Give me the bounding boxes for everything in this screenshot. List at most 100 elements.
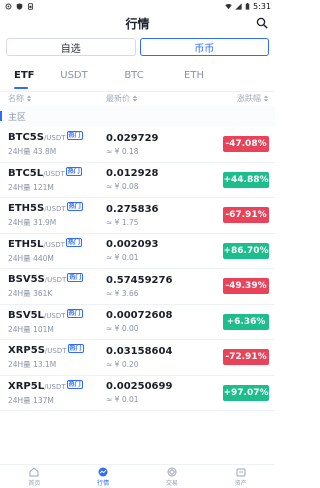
column-headers: 名称 最新价 涨跌幅 bbox=[0, 91, 275, 105]
change-badge: +86.70% bbox=[223, 242, 269, 259]
pair-base: BTC5S bbox=[8, 132, 44, 144]
tab-etf[interactable]: ETF bbox=[14, 70, 44, 89]
pair-quote: /USDT bbox=[44, 276, 67, 285]
sort-by-price[interactable]: 最新价 bbox=[106, 93, 222, 104]
nav-assets[interactable]: 资产 bbox=[206, 465, 275, 488]
last-price: 0.57459276 bbox=[106, 274, 173, 286]
settings-status-icon bbox=[5, 3, 12, 9]
last-price: 0.002093 bbox=[106, 239, 159, 251]
status-right: 5:31 bbox=[225, 2, 271, 11]
pair-quote: /USDT bbox=[43, 240, 65, 249]
nav-market[interactable]: 行情 bbox=[69, 465, 138, 488]
volume-24h: 24H量 121M bbox=[8, 182, 54, 192]
change-badge: -49.39% bbox=[223, 278, 269, 295]
hot-tag: 热门 bbox=[66, 308, 83, 318]
market-list: BTC5S/USDT 热门 24H量 43.8M 0.029729 ≈ ¥ 0.18 … bbox=[0, 127, 275, 411]
volume-24h: 24H量 137M bbox=[8, 395, 54, 405]
page-header: 行情 bbox=[0, 12, 275, 34]
status-bar: 5:31 bbox=[0, 0, 275, 12]
cny-price: ≈ ¥ 0.18 bbox=[106, 146, 139, 156]
market-row[interactable]: ETH5S/USDT 热门 24H量 31.9M 0.275836 ≈ ¥ 1.75 … bbox=[0, 198, 275, 234]
segment-spot[interactable]: 币币 bbox=[139, 38, 269, 56]
cny-price: ≈ ¥ 0.01 bbox=[106, 253, 139, 263]
market-row[interactable]: BTC5L/USDT 热门 24H量 121M 0.012928 ≈ ¥ 0.08 +… bbox=[0, 163, 275, 198]
trade-icon bbox=[167, 467, 177, 476]
last-price: 0.00250699 bbox=[106, 381, 173, 393]
pair-quote: /USDT bbox=[43, 311, 66, 320]
market-row[interactable]: XRP5S/USDT 热门 24H量 13.1M 0.03158604 ≈ ¥ 0.2… bbox=[0, 340, 275, 376]
hot-tag: 热门 bbox=[65, 166, 82, 176]
change-badge: -47.08% bbox=[223, 136, 269, 153]
last-price: 0.029729 bbox=[106, 132, 159, 144]
change-badge: +44.88% bbox=[223, 171, 269, 188]
search-icon[interactable] bbox=[256, 17, 268, 29]
wifi-icon bbox=[225, 3, 232, 9]
last-price: 0.275836 bbox=[106, 203, 159, 215]
last-price: 0.00072608 bbox=[106, 310, 173, 322]
volume-24h: 24H量 43.8M bbox=[8, 147, 57, 157]
change-badge: +6.36% bbox=[223, 313, 269, 330]
pair-quote: /USDT bbox=[44, 205, 66, 214]
last-price: 0.03158604 bbox=[106, 345, 173, 357]
nav-label: 资产 bbox=[234, 479, 247, 487]
sort-arrows-icon bbox=[132, 95, 138, 102]
pair-base: XRP5S bbox=[8, 345, 45, 357]
sort-arrows-icon bbox=[263, 95, 269, 102]
hot-tag: 热门 bbox=[67, 344, 84, 354]
cny-price: ≈ ¥ 0.20 bbox=[106, 359, 139, 369]
status-time: 5:31 bbox=[253, 1, 271, 11]
hot-tag: 热门 bbox=[65, 237, 82, 247]
volume-24h: 24H量 440M bbox=[8, 253, 54, 263]
sim-status-icon bbox=[27, 2, 34, 10]
column-name-label: 名称 bbox=[8, 94, 24, 103]
pair-quote: /USDT bbox=[43, 169, 65, 178]
volume-24h: 24H量 13.1M bbox=[8, 360, 57, 370]
pair-base: BSV5S bbox=[8, 274, 45, 286]
nav-label: 交易 bbox=[165, 479, 178, 487]
pair-base: ETH5L bbox=[8, 238, 44, 250]
change-badge: -67.91% bbox=[223, 207, 269, 224]
section-label: 主区 bbox=[8, 112, 27, 123]
column-price-label: 最新价 bbox=[106, 94, 130, 103]
nav-home[interactable]: 首页 bbox=[0, 465, 69, 488]
market-row[interactable]: XRP5L/USDT 热门 24H量 137M 0.00250699 ≈ ¥ 0.01… bbox=[0, 376, 275, 411]
sort-by-change[interactable]: 涨跌幅 bbox=[222, 93, 269, 104]
cny-price: ≈ ¥ 3.66 bbox=[106, 288, 139, 298]
quote-tabs: ETF USDT BTC ETH bbox=[0, 70, 275, 89]
market-segment-control: 自选 币币 bbox=[6, 38, 269, 56]
sort-by-name[interactable]: 名称 bbox=[8, 93, 106, 104]
cny-price: ≈ ¥ 0.01 bbox=[106, 395, 139, 405]
pair-base: BSV5L bbox=[8, 309, 44, 321]
market-row[interactable]: BSV5S/USDT 热门 24H量 361K 0.57459276 ≈ ¥ 3.66… bbox=[0, 269, 275, 305]
tab-eth[interactable]: ETH bbox=[164, 70, 224, 86]
home-icon bbox=[29, 466, 39, 476]
nav-label: 首页 bbox=[28, 479, 41, 487]
bottom-nav: 首页 行情 交易 资产 bbox=[0, 464, 275, 488]
hot-tag: 热门 bbox=[66, 131, 83, 141]
volume-24h: 24H量 101M bbox=[8, 324, 54, 334]
nav-trade[interactable]: 交易 bbox=[138, 465, 207, 488]
section-main-zone: 主区 bbox=[0, 105, 275, 127]
market-row[interactable]: ETH5L/USDT 热门 24H量 440M 0.002093 ≈ ¥ 0.01 +… bbox=[0, 234, 275, 269]
volume-24h: 24H量 361K bbox=[8, 289, 53, 299]
market-icon bbox=[98, 467, 108, 476]
nav-label: 行情 bbox=[97, 479, 110, 487]
page-title: 行情 bbox=[125, 16, 150, 31]
pair-quote: /USDT bbox=[44, 347, 67, 356]
market-row[interactable]: BTC5S/USDT 热门 24H量 43.8M 0.029729 ≈ ¥ 0.18 … bbox=[0, 127, 275, 163]
change-badge: -72.91% bbox=[223, 349, 269, 366]
tab-usdt[interactable]: USDT bbox=[44, 70, 104, 86]
volume-24h: 24H量 31.9M bbox=[8, 218, 57, 228]
change-badge: +97.07% bbox=[223, 384, 269, 401]
tab-btc[interactable]: BTC bbox=[104, 70, 164, 86]
pair-base: ETH5S bbox=[8, 203, 45, 215]
status-left bbox=[5, 2, 34, 10]
market-row[interactable]: BSV5L/USDT 热门 24H量 101M 0.00072608 ≈ ¥ 0.00… bbox=[0, 305, 275, 340]
cny-price: ≈ ¥ 0.08 bbox=[106, 182, 139, 192]
last-price: 0.012928 bbox=[106, 168, 159, 180]
pair-base: BTC5L bbox=[8, 167, 44, 179]
pair-quote: /USDT bbox=[44, 382, 66, 391]
segment-favorites[interactable]: 自选 bbox=[6, 38, 136, 56]
hot-tag: 热门 bbox=[66, 379, 83, 389]
column-change-label: 涨跌幅 bbox=[237, 94, 261, 103]
